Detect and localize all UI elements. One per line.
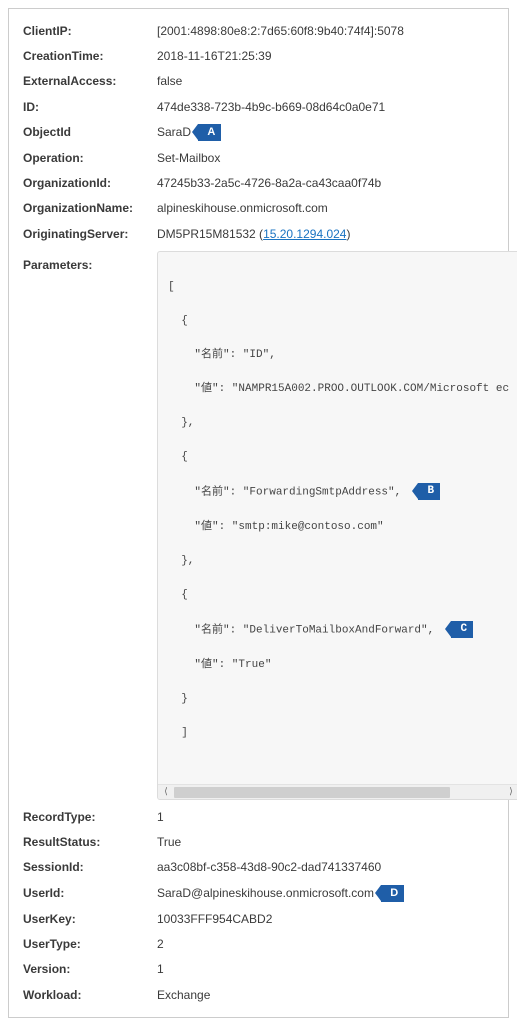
param-line: "名前": "DeliverToMailboxAndForward", C <box>168 621 509 639</box>
value-operation: Set-Mailbox <box>157 150 494 166</box>
value-external-access: false <box>157 73 494 89</box>
text-user-id: SaraD@alpineskihouse.onmicrosoft.com <box>157 886 374 900</box>
row-external-access: ExternalAccess: false <box>23 73 494 89</box>
row-operation: Operation: Set-Mailbox <box>23 150 494 166</box>
callout-a: A <box>198 124 221 141</box>
row-user-type: UserType: 2 <box>23 936 494 952</box>
row-object-id: ObjectId SaraD A <box>23 124 494 141</box>
value-creation-time: 2018-11-16T21:25:39 <box>157 48 494 64</box>
label-id: ID: <box>23 99 157 115</box>
value-user-type: 2 <box>157 936 494 952</box>
value-workload: Exchange <box>157 987 494 1003</box>
row-client-ip: ClientIP: [2001:4898:80e8:2:7d65:60f8:9b… <box>23 23 494 39</box>
label-record-type: RecordType: <box>23 809 157 825</box>
label-user-id: UserId: <box>23 885 157 901</box>
label-organization-id: OrganizationId: <box>23 175 157 191</box>
row-version: Version: 1 <box>23 961 494 977</box>
callout-c: C <box>451 621 473 638</box>
param-line: }, <box>168 553 509 570</box>
row-user-key: UserKey: 10033FFF954CABD2 <box>23 911 494 927</box>
param-line: "値": "NAMPR15A002.PROO.OUTLOOK.COM/Micro… <box>168 381 509 398</box>
parameters-code-box: [ { "名前": "ID", "値": "NAMPR15A002.PROO.O… <box>157 251 517 800</box>
text-object-id: SaraD <box>157 125 191 139</box>
row-user-id: UserId: SaraD@alpineskihouse.onmicrosoft… <box>23 885 494 902</box>
param-line: { <box>168 313 509 330</box>
label-organization-name: OrganizationName: <box>23 200 157 216</box>
row-session-id: SessionId: aa3c08bf-c358-43d8-90c2-dad74… <box>23 859 494 875</box>
label-user-type: UserType: <box>23 936 157 952</box>
value-record-type: 1 <box>157 809 494 825</box>
label-user-key: UserKey: <box>23 911 157 927</box>
row-workload: Workload: Exchange <box>23 987 494 1003</box>
scroll-right-button[interactable]: ⟩ <box>503 785 517 799</box>
server-version-link[interactable]: 15.20.1294.024 <box>263 227 346 241</box>
label-version: Version: <box>23 961 157 977</box>
param-line: "名前": "ForwardingSmtpAddress", B <box>168 483 509 501</box>
row-record-type: RecordType: 1 <box>23 809 494 825</box>
value-session-id: aa3c08bf-c358-43d8-90c2-dad741337460 <box>157 859 494 875</box>
callout-b: B <box>418 483 440 500</box>
param-line: } <box>168 691 509 708</box>
scroll-left-button[interactable]: ⟨ <box>158 785 174 799</box>
value-user-key: 10033FFF954CABD2 <box>157 911 494 927</box>
row-creation-time: CreationTime: 2018-11-16T21:25:39 <box>23 48 494 64</box>
value-parameters: [ { "名前": "ID", "値": "NAMPR15A002.PROO.O… <box>157 251 517 800</box>
label-external-access: ExternalAccess: <box>23 73 157 89</box>
value-organization-id: 47245b33-2a5c-4726-8a2a-ca43caa0f74b <box>157 175 494 191</box>
param-line: "値": "True" <box>168 657 509 674</box>
row-result-status: ResultStatus: True <box>23 834 494 850</box>
label-originating-server: OriginatingServer: <box>23 226 157 242</box>
value-originating-server: DM5PR15M81532 (15.20.1294.024) <box>157 226 494 242</box>
param-line: }, <box>168 415 509 432</box>
param-line: { <box>168 587 509 604</box>
value-version: 1 <box>157 961 494 977</box>
server-prefix: DM5PR15M81532 ( <box>157 227 263 241</box>
label-client-ip: ClientIP: <box>23 23 157 39</box>
param-line: { <box>168 449 509 466</box>
value-object-id: SaraD A <box>157 124 494 141</box>
scroll-thumb[interactable] <box>174 787 450 798</box>
callout-d: D <box>381 885 404 902</box>
value-id: 474de338-723b-4b9c-b669-08d64c0a0e71 <box>157 99 494 115</box>
label-workload: Workload: <box>23 987 157 1003</box>
row-organization-name: OrganizationName: alpineskihouse.onmicro… <box>23 200 494 216</box>
label-session-id: SessionId: <box>23 859 157 875</box>
row-parameters: Parameters: [ { "名前": "ID", "値": "NAMPR1… <box>23 251 494 800</box>
parameters-content: [ { "名前": "ID", "値": "NAMPR15A002.PROO.O… <box>168 262 509 776</box>
param-line: "名前": "ID", <box>168 347 509 364</box>
audit-detail-panel: ClientIP: [2001:4898:80e8:2:7d65:60f8:9b… <box>8 8 509 1018</box>
label-creation-time: CreationTime: <box>23 48 157 64</box>
label-operation: Operation: <box>23 150 157 166</box>
param-line: "値": "smtp:mike@contoso.com" <box>168 519 509 536</box>
row-id: ID: 474de338-723b-4b9c-b669-08d64c0a0e71 <box>23 99 494 115</box>
value-client-ip: [2001:4898:80e8:2:7d65:60f8:9b40:74f4]:5… <box>157 23 494 39</box>
label-parameters: Parameters: <box>23 251 157 273</box>
value-result-status: True <box>157 834 494 850</box>
value-user-id: SaraD@alpineskihouse.onmicrosoft.com D <box>157 885 494 902</box>
server-suffix: ) <box>346 227 350 241</box>
horizontal-scrollbar[interactable]: ⟨ ⟩ <box>158 784 517 799</box>
label-object-id: ObjectId <box>23 124 157 140</box>
scroll-track[interactable] <box>174 785 503 799</box>
value-organization-name: alpineskihouse.onmicrosoft.com <box>157 200 494 216</box>
label-result-status: ResultStatus: <box>23 834 157 850</box>
param-line: [ <box>168 279 509 296</box>
param-line: ] <box>168 725 509 742</box>
row-organization-id: OrganizationId: 47245b33-2a5c-4726-8a2a-… <box>23 175 494 191</box>
row-originating-server: OriginatingServer: DM5PR15M81532 (15.20.… <box>23 226 494 242</box>
